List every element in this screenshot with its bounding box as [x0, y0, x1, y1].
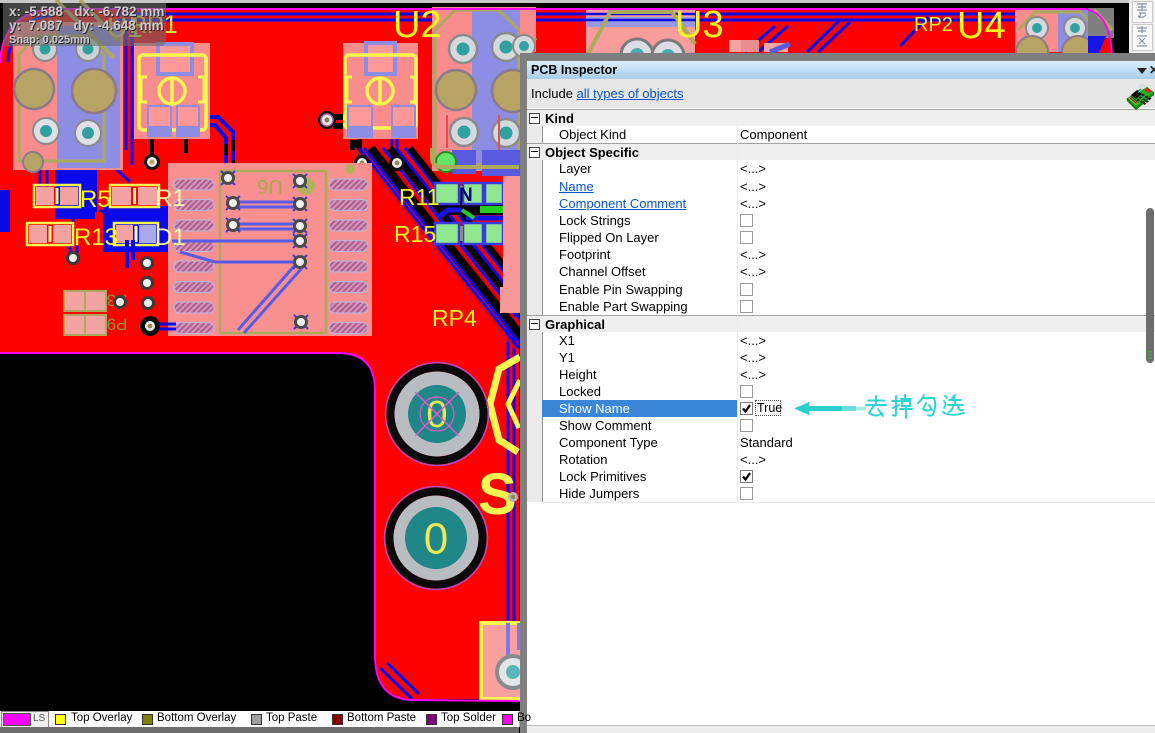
svg-text:U3: U3: [675, 4, 724, 46]
svg-text:R11: R11: [399, 184, 440, 210]
svg-text:R1: R1: [155, 185, 186, 212]
svg-text:0: 0: [424, 515, 448, 564]
svg-text:R15: R15: [394, 221, 436, 247]
svg-text:R13: R13: [74, 224, 118, 251]
svg-text:U4: U4: [957, 5, 1006, 47]
svg-text:RP4: RP4: [432, 305, 477, 331]
svg-text:U6: U6: [257, 175, 283, 197]
svg-text:RP2: RP2: [914, 14, 953, 36]
svg-text:D1: D1: [155, 224, 186, 251]
svg-text:U2: U2: [393, 4, 442, 46]
svg-text:N: N: [459, 185, 473, 206]
svg-text:P9: P9: [107, 315, 128, 334]
svg-text:R5: R5: [80, 186, 111, 213]
